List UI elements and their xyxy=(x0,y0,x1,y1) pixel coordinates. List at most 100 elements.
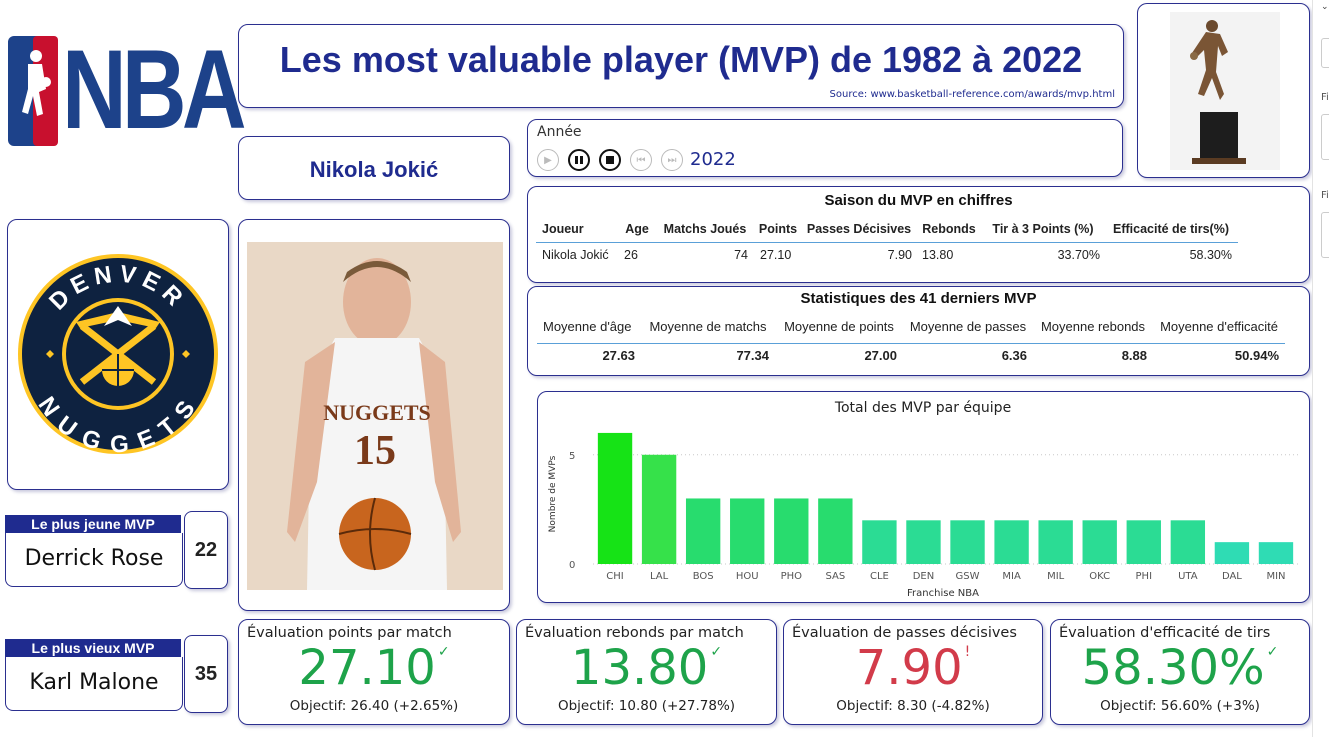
filter-box[interactable] xyxy=(1321,212,1329,258)
column-header[interactable]: Efficacité de tirs(%) xyxy=(1104,216,1238,242)
table-cell: 58.30% xyxy=(1189,248,1232,262)
kpi-points-card: Évaluation points par match 27.10 ✓ Objec… xyxy=(238,619,510,725)
pause-icon[interactable] xyxy=(568,149,590,171)
x-tick-label: MIA xyxy=(1002,571,1021,582)
bar-pho[interactable] xyxy=(774,498,809,564)
bar-chart: Total des MVP par équipe Nombre de MVPs … xyxy=(548,400,1298,599)
kpi-title: Évaluation points par match xyxy=(247,625,452,641)
bar-uta[interactable] xyxy=(1170,520,1206,564)
stop-icon[interactable] xyxy=(599,149,621,171)
mvp-trophy-image xyxy=(1170,12,1280,170)
kpi-goal: Objectif: 10.80 (+27.78%) xyxy=(557,698,736,714)
kpi-rebounds-card: Évaluation rebonds par match 13.80 ✓ Obje… xyxy=(516,619,777,725)
column-header[interactable]: Moyenne de points xyxy=(775,315,903,337)
bar-mil[interactable] xyxy=(1038,520,1073,564)
season-stats-title: Saison du MVP en chiffres xyxy=(824,192,1013,209)
column-header[interactable]: Passes Décisives xyxy=(802,216,916,242)
kpi-efficiency-card: Évaluation d'efficacité de tirs 58.30% ✓ … xyxy=(1050,619,1310,725)
table-cell: 6.36 xyxy=(1001,347,1027,363)
denver-nuggets-logo: DENVER NUGGETS xyxy=(18,254,218,456)
table-cell: 13.80 xyxy=(922,248,954,262)
column-header[interactable]: Moyenne d'efficacité xyxy=(1153,315,1285,337)
table-row: Nikola Jokić 26 74 27.10 7.90 13.80 33.7… xyxy=(536,244,1238,266)
bar-sas[interactable] xyxy=(818,498,853,564)
column-header[interactable]: Rebonds xyxy=(916,216,982,242)
player-photo-card: NUGGETS 15 xyxy=(238,219,510,611)
oldest-mvp-label: Le plus vieux MVP xyxy=(5,639,181,658)
bar-dal[interactable] xyxy=(1214,542,1250,564)
season-stats-table: Joueur Age Matchs Joués Points Passes Dé… xyxy=(536,216,1238,266)
table-cell: 27.10 xyxy=(760,248,792,262)
averages-table: Moyenne d'âge Moyenne de matchs Moyenne … xyxy=(537,315,1285,367)
column-header[interactable]: Moyenne de passes xyxy=(903,315,1033,337)
player-name: Nikola Jokić xyxy=(309,157,439,182)
kpi-value: 13.80 xyxy=(570,640,709,696)
year-slicer: Année ▶ ⏮ ⏭ 2022 xyxy=(527,119,1123,177)
play-icon[interactable]: ▶ xyxy=(537,149,559,171)
column-header[interactable]: Points xyxy=(754,216,802,242)
chevron-down-icon[interactable]: ⌄ xyxy=(1321,2,1329,12)
bar-hou[interactable] xyxy=(730,498,765,564)
youngest-mvp-label: Le plus jeune MVP xyxy=(5,515,181,534)
bar-lal[interactable] xyxy=(641,454,677,564)
x-tick-label: BOS xyxy=(693,571,714,582)
table-cell: Nikola Jokić xyxy=(542,248,609,262)
table-row: 27.63 77.34 27.00 6.36 8.88 50.94% xyxy=(537,343,1285,367)
filter-label: Fi xyxy=(1321,92,1329,103)
title-card: Les most valuable player (MVP) de 1982 à… xyxy=(238,24,1124,108)
kpi-value: 27.10 xyxy=(298,640,436,696)
column-header[interactable]: Age xyxy=(618,216,656,242)
bar-gsw[interactable] xyxy=(950,520,985,564)
y-axis-label: Nombre de MVPs xyxy=(548,455,558,532)
kpi-value: 58.30% xyxy=(1081,640,1265,696)
page-title: Les most valuable player (MVP) de 1982 à… xyxy=(279,39,1083,80)
x-tick-label: CHI xyxy=(606,571,623,582)
column-header[interactable]: Moyenne de matchs xyxy=(641,315,775,337)
bar-okc[interactable] xyxy=(1082,520,1117,564)
column-header[interactable]: Moyenne rebonds xyxy=(1033,315,1153,337)
bar-bos[interactable] xyxy=(685,498,721,564)
table-header-row: Moyenne d'âge Moyenne de matchs Moyenne … xyxy=(537,315,1285,337)
y-tick-label: 0 xyxy=(569,560,575,571)
kpi-title: Évaluation de passes décisives xyxy=(792,625,1017,641)
bar-phi[interactable] xyxy=(1126,520,1161,564)
kpi-value: 7.90 xyxy=(855,640,963,696)
source-link[interactable]: Source: www.basketball-reference.com/awa… xyxy=(830,89,1115,100)
oldest-mvp-age: 35 xyxy=(184,635,228,713)
kpi-assists-card: Évaluation de passes décisives 7.90! Obj… xyxy=(783,619,1043,725)
season-stats-card: Saison du MVP en chiffres Joueur Age Mat… xyxy=(527,186,1310,283)
x-tick-label: UTA xyxy=(1178,571,1198,582)
column-header[interactable]: Joueur xyxy=(536,216,618,242)
next-icon[interactable]: ⏭ xyxy=(661,149,683,171)
previous-icon[interactable]: ⏮ xyxy=(630,149,652,171)
jersey-number: 15 xyxy=(354,428,396,474)
bar-cle[interactable] xyxy=(862,520,897,564)
bar-chi[interactable] xyxy=(597,432,633,564)
table-cell: 74 xyxy=(734,248,748,262)
x-tick-label: OKC xyxy=(1089,571,1110,582)
bar-min[interactable] xyxy=(1258,542,1294,564)
youngest-mvp-age: 22 xyxy=(184,511,228,589)
player-name-card: Nikola Jokić xyxy=(238,136,510,200)
column-header[interactable]: Moyenne d'âge xyxy=(537,315,641,337)
column-header[interactable]: Tir à 3 Points (%) xyxy=(982,216,1104,242)
mvp-by-team-chart: Total des MVP par équipe Nombre de MVPs … xyxy=(537,391,1310,603)
column-header[interactable]: Matchs Joués xyxy=(656,216,754,242)
kpi-title: Évaluation d'efficacité de tirs xyxy=(1059,625,1271,641)
filter-search-box[interactable] xyxy=(1321,38,1329,68)
x-tick-label: MIN xyxy=(1266,571,1285,582)
table-cell: 27.63 xyxy=(602,347,635,363)
x-tick-label: DAL xyxy=(1222,571,1242,582)
table-cell: 33.70% xyxy=(1057,248,1100,262)
kpi-goal: Objectif: 26.40 (+2.65%) xyxy=(289,698,459,714)
year-slicer-label: Année xyxy=(537,124,582,140)
filter-box[interactable] xyxy=(1321,114,1329,160)
table-cell: 50.94% xyxy=(1234,347,1279,363)
x-tick-label: DEN xyxy=(913,571,935,582)
bar-mia[interactable] xyxy=(994,520,1029,564)
oldest-mvp-name: Karl Malone xyxy=(5,657,183,711)
x-tick-label: PHI xyxy=(1136,571,1153,582)
averages-card: Statistiques des 41 derniers MVP Moyenne… xyxy=(527,286,1310,376)
bar-den[interactable] xyxy=(906,520,941,564)
x-tick-label: CLE xyxy=(870,571,889,582)
